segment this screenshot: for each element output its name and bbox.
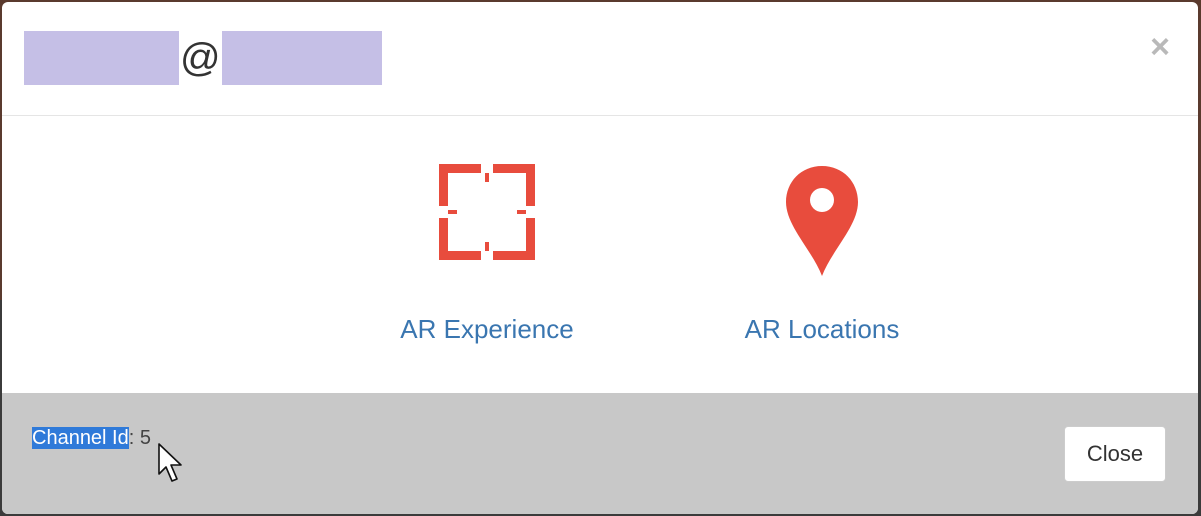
mouse-pointer-icon (158, 443, 182, 482)
channel-id-value: 5 (139, 427, 151, 449)
ar-locations-tile[interactable]: AR Locations (722, 164, 922, 345)
close-icon[interactable]: × (1150, 30, 1170, 64)
channel-info: Channel Id: 5 (32, 427, 151, 450)
redacted-domain (221, 31, 382, 85)
modal-body: AR Experience AR Locations (2, 116, 1198, 393)
ar-experience-label[interactable]: AR Experience (382, 314, 592, 345)
title-at-sign: @ (180, 36, 221, 80)
frame-corners-icon[interactable] (382, 164, 592, 279)
redacted-username (24, 31, 179, 85)
modal-header: @ × (2, 2, 1198, 116)
ar-experience-tile[interactable]: AR Experience (382, 164, 592, 345)
channel-id-label: Channel Id (32, 427, 129, 449)
channel-id-separator: : (128, 427, 140, 449)
close-button[interactable]: Close (1064, 426, 1166, 482)
dialog-title: @ (24, 31, 382, 85)
map-pin-icon[interactable] (722, 164, 922, 279)
modal-dialog: @ × AR Experience AR Locations Channel I… (2, 2, 1198, 514)
ar-locations-label[interactable]: AR Locations (722, 314, 922, 345)
